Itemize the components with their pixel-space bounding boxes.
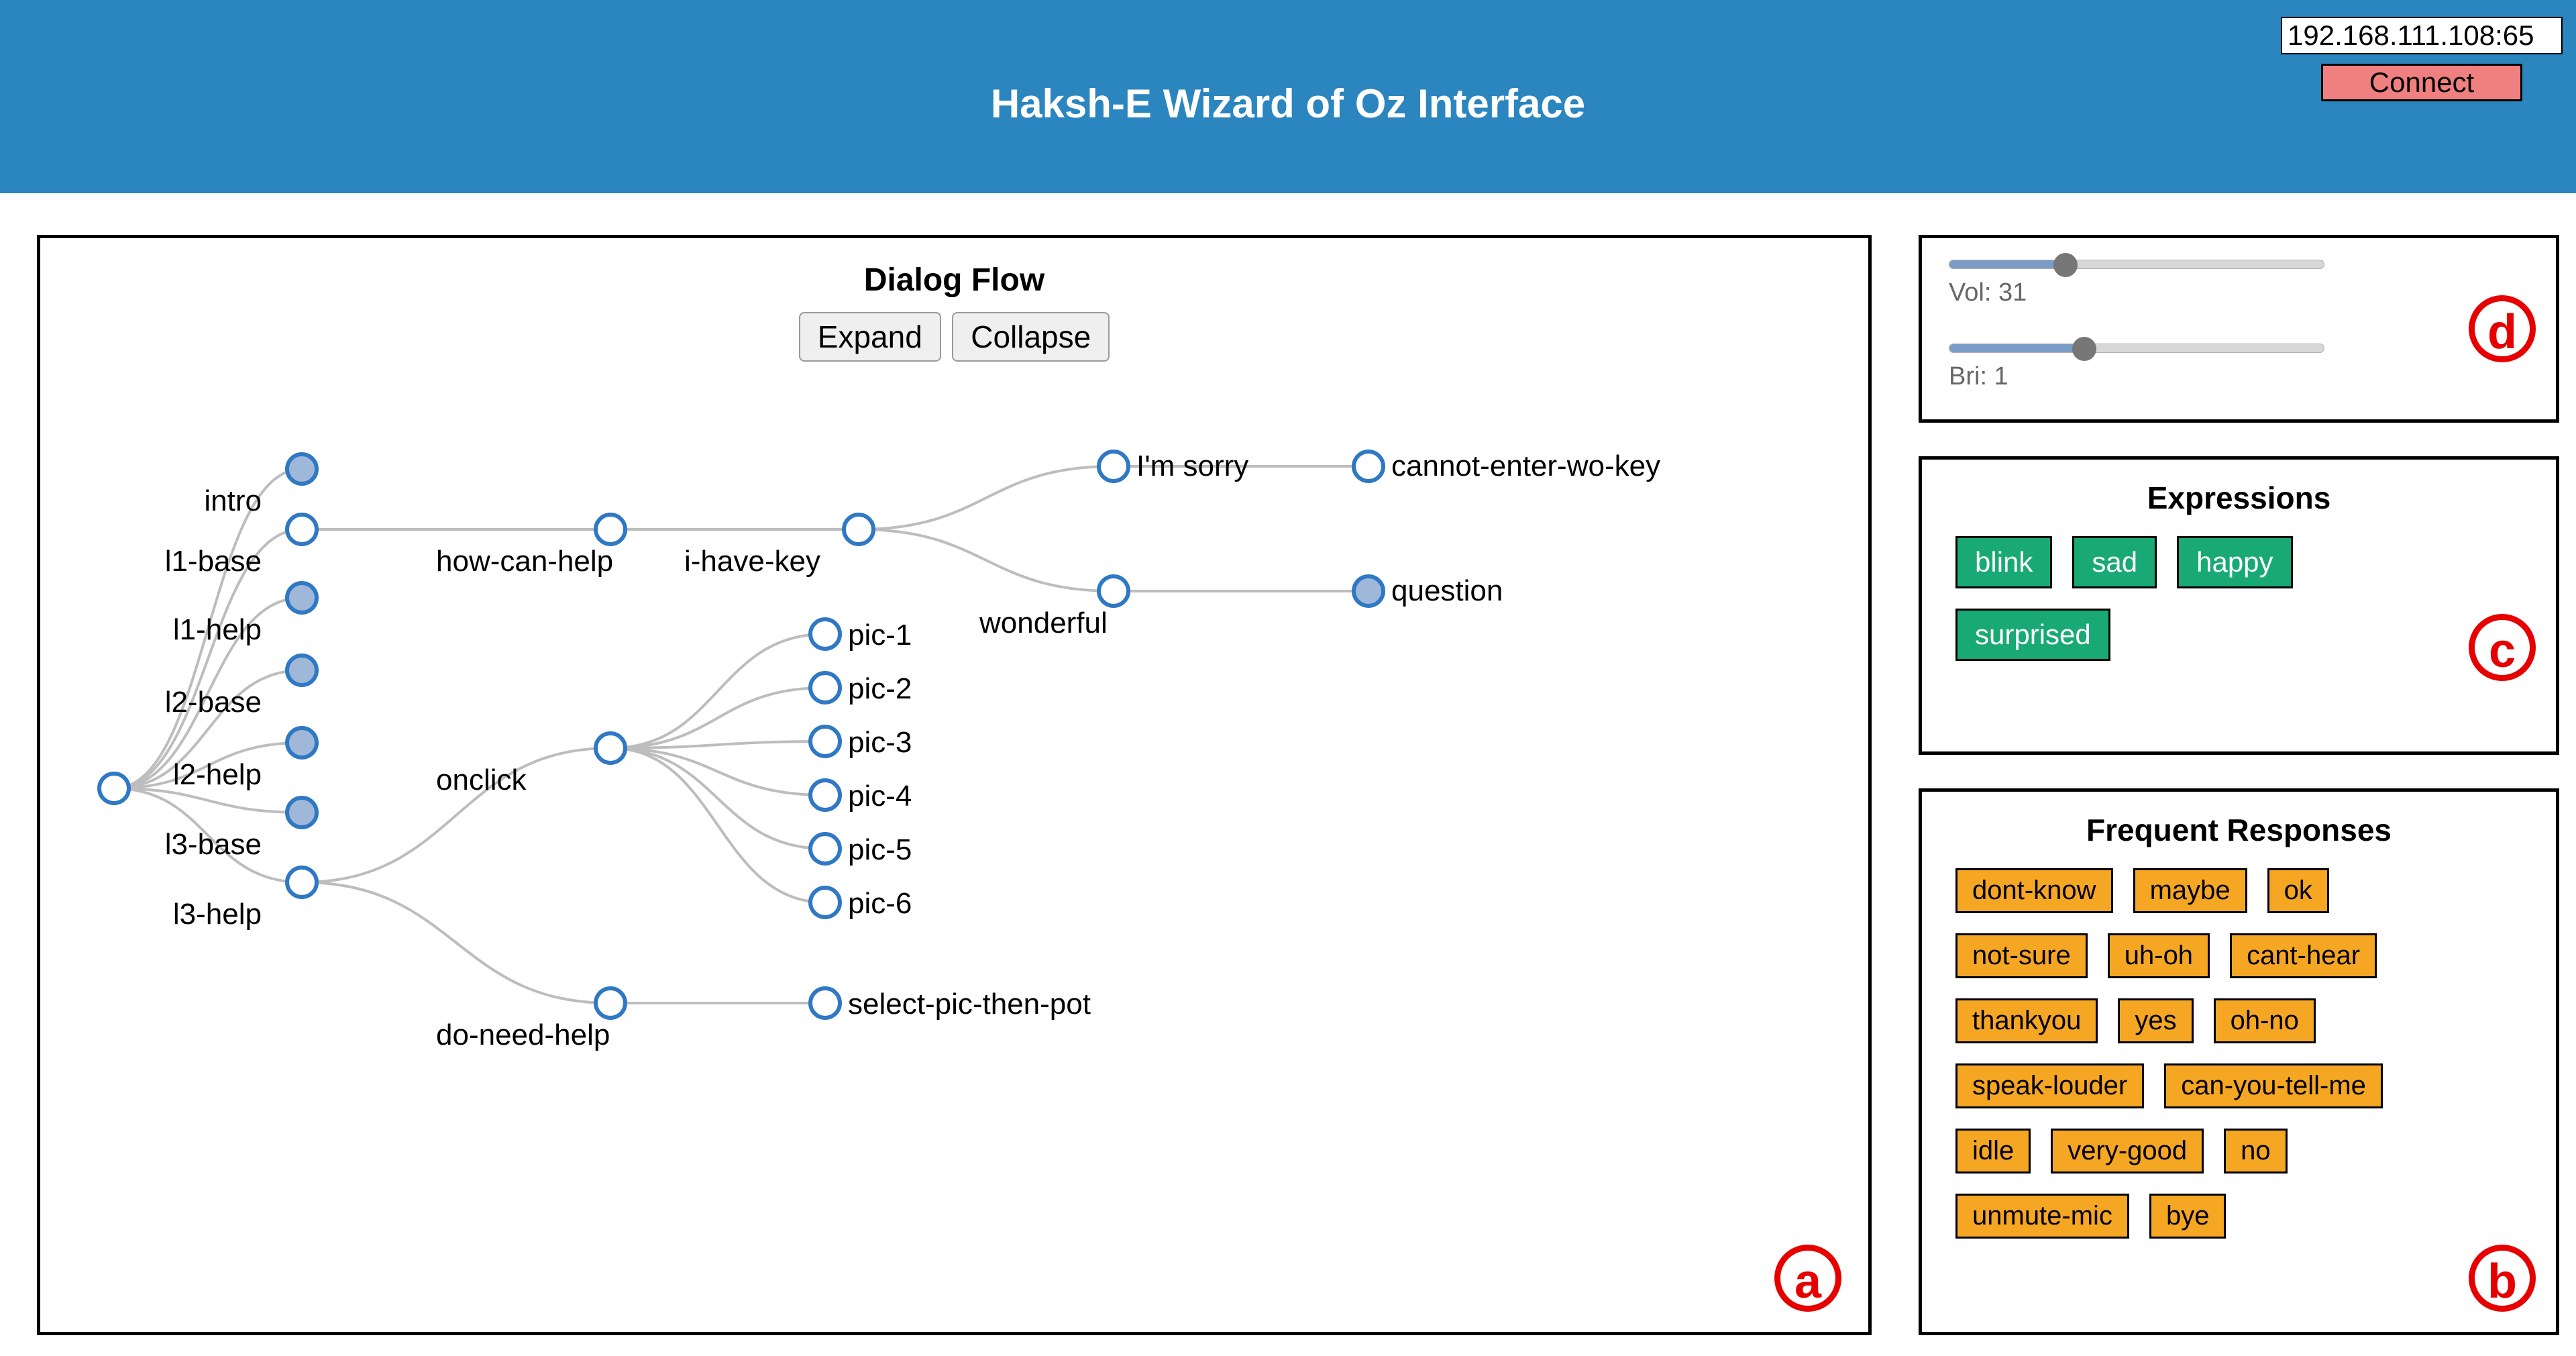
response-button-very-good[interactable]: very-good [2051,1129,2204,1174]
page-title: Haksh-E Wizard of Oz Interface [0,81,2576,127]
svg-text:l2-base: l2-base [165,686,262,719]
svg-text:pic-4: pic-4 [848,780,912,813]
expression-button-blink[interactable]: blink [1955,536,2052,588]
svg-text:pic-5: pic-5 [848,833,912,866]
svg-text:l2-help: l2-help [173,758,262,791]
svg-text:l1-base: l1-base [165,545,262,578]
annotation-d: d [2469,295,2536,362]
response-button-oh-no[interactable]: oh-no [2214,998,2316,1043]
response-button-yes[interactable]: yes [2118,998,2193,1043]
responses-panel: Frequent Responses dont-know maybeok not-s… [1919,788,2559,1335]
annotation-b: b [2469,1245,2536,1312]
response-button-not-sure[interactable]: not-sure [1955,933,2088,978]
tree-node-pic-6[interactable]: pic-6 [810,887,912,920]
ip-input[interactable] [2281,17,2563,54]
tree-node-pic-2[interactable]: pic-2 [810,672,912,705]
tree-node-l2-help[interactable]: l2-help [173,728,317,791]
brightness-slider[interactable]: Bri: 1 [1949,342,2324,391]
svg-text:wonderful: wonderful [979,607,1108,639]
header: Haksh-E Wizard of Oz Interface Connect [0,0,2576,193]
responses-title: Frequent Responses [1922,812,2556,848]
svg-text:i-have-key: i-have-key [684,545,820,578]
expressions-title: Expressions [1922,480,2556,516]
sliders-panel: Vol: 31 Bri: 1 d [1919,235,2559,423]
collapse-button[interactable]: Collapse [952,312,1110,362]
svg-text:onclick: onclick [436,764,527,796]
response-button-maybe[interactable]: maybe [2133,868,2247,913]
dialog-flow-title: Dialog Flow [40,262,1868,299]
response-button-unmute-mic[interactable]: unmute-mic [1955,1194,2129,1239]
volume-slider[interactable]: Vol: 31 [1949,258,2324,307]
dialog-tree[interactable]: intro l1-base l1-help l2-base l2-help l3-base… [40,372,1875,1332]
tree-node-l2-base[interactable]: l2-base [165,656,317,719]
response-button-speak-louder[interactable]: speak-louder [1955,1063,2144,1108]
tree-node-root[interactable] [99,774,129,803]
tree-node-l3-help[interactable]: l3-help [173,868,317,931]
svg-text:pic-1: pic-1 [848,619,912,651]
svg-text:question: question [1391,574,1503,607]
tree-node-select-pic[interactable]: select-pic-then-pot [810,988,1091,1021]
response-button-uh-oh[interactable]: uh-oh [2108,933,2210,978]
tree-node-im-sorry[interactable]: I'm sorry [1099,450,1248,482]
response-button-can-you-tell-me[interactable]: can-you-tell-me [2164,1063,2383,1108]
response-button-bye[interactable]: bye [2149,1194,2226,1239]
svg-text:pic-6: pic-6 [848,887,912,920]
svg-text:I'm sorry: I'm sorry [1136,450,1248,482]
annotation-a: a [1774,1245,1841,1312]
svg-text:select-pic-then-pot: select-pic-then-pot [848,988,1091,1021]
svg-text:pic-3: pic-3 [848,726,912,759]
volume-label: Vol: 31 [1949,278,2324,307]
svg-text:l3-help: l3-help [173,898,262,931]
dialog-flow-panel: Dialog Flow Expand Collapse intro l1-base… [37,235,1872,1335]
tree-node-cannot-enter[interactable]: cannot-enter-wo-key [1354,450,1660,482]
expand-button[interactable]: Expand [799,312,941,362]
expression-button-surprised[interactable]: surprised [1955,609,2110,661]
expression-button-sad[interactable]: sad [2072,536,2157,588]
expression-button-happy[interactable]: happy [2177,536,2292,588]
tree-node-how-can-help[interactable]: how-can-help [436,515,625,578]
tree-node-pic-5[interactable]: pic-5 [810,833,912,866]
tree-node-pic-4[interactable]: pic-4 [810,780,912,813]
tree-node-i-have-key[interactable]: i-have-key [684,515,873,578]
svg-text:l1-help: l1-help [173,613,262,646]
response-button-ok[interactable]: ok [2267,868,2329,913]
response-button-dont-know[interactable]: dont-know [1955,868,2113,913]
tree-node-do-need-help[interactable]: do-need-help [436,988,625,1051]
annotation-c: c [2469,614,2536,681]
svg-text:do-need-help: do-need-help [436,1019,610,1051]
tree-node-l1-help[interactable]: l1-help [173,583,317,646]
svg-text:cannot-enter-wo-key: cannot-enter-wo-key [1391,450,1660,482]
tree-node-intro[interactable]: intro [204,454,317,517]
response-button-cant-hear[interactable]: cant-hear [2230,933,2377,978]
brightness-label: Bri: 1 [1949,362,2324,391]
connect-button[interactable]: Connect [2321,64,2522,101]
expressions-panel: Expressions blink sad happy surprised c [1919,456,2559,755]
response-button-thankyou[interactable]: thankyou [1955,998,2098,1043]
dialog-flow-toolbar: Expand Collapse [40,312,1868,362]
svg-text:how-can-help: how-can-help [436,545,613,578]
tree-node-pic-1[interactable]: pic-1 [810,619,912,651]
tree-node-question[interactable]: question [1354,574,1503,607]
response-button-idle[interactable]: idle [1955,1129,2031,1174]
svg-text:pic-2: pic-2 [848,672,912,705]
response-button-no[interactable]: no [2224,1129,2288,1174]
tree-node-l1-base[interactable]: l1-base [165,515,317,578]
tree-node-pic-3[interactable]: pic-3 [810,726,912,759]
svg-text:intro: intro [204,484,262,517]
svg-text:l3-base: l3-base [165,828,262,861]
